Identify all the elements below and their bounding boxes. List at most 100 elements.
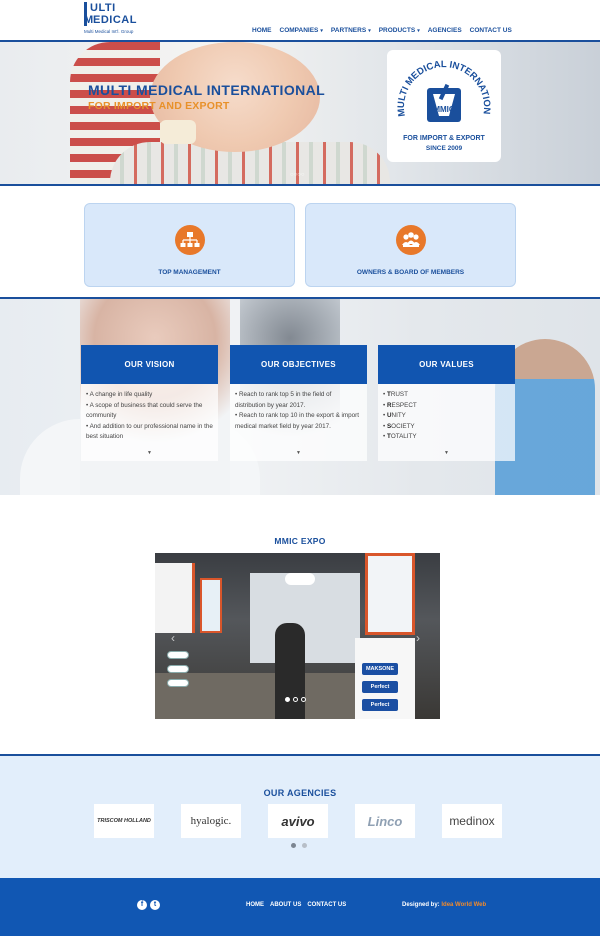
logo-line2: EDICAL bbox=[93, 14, 137, 26]
expo-mini-logo bbox=[167, 679, 189, 687]
nav-item-products[interactable]: PRODUCTS ▾ bbox=[379, 27, 420, 34]
list-item: • Reach to rank top 10 in the export & i… bbox=[235, 412, 360, 430]
expand-caret-icon[interactable]: ▼ bbox=[378, 448, 515, 459]
chevron-down-icon: ▾ bbox=[417, 28, 420, 34]
feature-top-management[interactable]: TOP MANAGEMENT bbox=[84, 203, 295, 287]
agencies-pager-dot[interactable] bbox=[302, 843, 307, 848]
agency-logo-avivo[interactable]: avivo bbox=[268, 804, 328, 838]
expand-caret-icon[interactable]: ▼ bbox=[81, 448, 218, 459]
list-item: • A change in life quality bbox=[86, 391, 153, 398]
hero-divider bbox=[0, 184, 600, 186]
list-item: • Reach to rank top 5 in the field of di… bbox=[235, 391, 332, 409]
agency-logo-hyalogic[interactable]: hyalogic. bbox=[181, 804, 241, 838]
designer-credit: Designed by: Idea World Web bbox=[402, 902, 486, 908]
nav-item-partners[interactable]: PARTNERS ▾ bbox=[331, 27, 371, 34]
value-item: • UNITY bbox=[383, 412, 406, 419]
people-icon bbox=[402, 232, 420, 247]
mmic-badge: MULTI MEDICAL INTERNATIONAL CO. MMIC FOR… bbox=[387, 50, 501, 162]
card-our-objectives: OUR OBJECTIVES • Reach to rank top 5 in … bbox=[230, 345, 367, 461]
expo-mini-logo bbox=[167, 651, 189, 659]
agency-logo-linco[interactable]: Linco bbox=[355, 804, 415, 838]
chevron-down-icon: ▾ bbox=[320, 28, 323, 34]
expo-photo-banner bbox=[155, 563, 195, 633]
carousel-next-icon[interactable]: › bbox=[416, 631, 420, 645]
expo-title: MMIC EXPO bbox=[274, 536, 326, 546]
logo-tagline: Multi Medical Int'l. Group bbox=[84, 29, 134, 34]
agencies-section: OUR AGENCIES TRISCOM HOLLAND hyalogic. a… bbox=[0, 756, 600, 878]
carousel-pager bbox=[285, 697, 306, 702]
expand-caret-icon[interactable]: ▼ bbox=[230, 448, 367, 459]
value-rest: NITY bbox=[391, 412, 406, 419]
values-list: • TRUST • RESPECT • UNITY • SOCIETY • TOTALI… bbox=[383, 390, 510, 443]
nav-item-label: HOME bbox=[252, 27, 272, 34]
expo-sign: Perfect bbox=[362, 699, 398, 711]
feature-circle bbox=[396, 225, 426, 255]
feature-owners-board[interactable]: OWNERS & BOARD OF MEMBERS bbox=[305, 203, 516, 287]
nav-item-label: COMPANIES bbox=[279, 27, 319, 34]
footer-link-home[interactable]: HOME bbox=[246, 902, 264, 908]
expo-sign: MAKSONE bbox=[362, 663, 398, 675]
list-item: • And addition to our professional name … bbox=[86, 422, 213, 441]
nav-item-label: AGENCIES bbox=[427, 27, 462, 34]
nav-item-home[interactable]: HOME bbox=[252, 27, 272, 34]
designed-by-label: Designed by: bbox=[402, 902, 440, 908]
hero-pager[interactable]: ○○○○ bbox=[290, 172, 305, 178]
agency-name: TRISCOM HOLLAND bbox=[97, 818, 151, 824]
hero-banner: MULTI MEDICAL INTERNATIONAL FOR IMPORT A… bbox=[0, 42, 600, 184]
card-our-values: OUR VALUES • TRUST • RESPECT • UNITY • SOCI… bbox=[378, 345, 515, 461]
site-logo[interactable]: ULTI M EDICAL Multi Medical Int'l. Group bbox=[84, 2, 144, 38]
card-body: • Reach to rank top 5 in the field of di… bbox=[230, 384, 367, 461]
list-item: • A scope of business that could serve t… bbox=[86, 401, 203, 420]
agencies-pager bbox=[291, 843, 307, 848]
expo-mini-logo bbox=[167, 665, 189, 673]
carousel-dot[interactable] bbox=[293, 697, 298, 702]
site-header: ULTI M EDICAL Multi Medical Int'l. Group… bbox=[0, 0, 600, 40]
hero-title: MULTI MEDICAL INTERNATIONAL bbox=[88, 82, 326, 98]
expo-carousel[interactable]: MAKSONE Perfect Perfect ‹ › bbox=[155, 553, 440, 719]
expo-photo-sign bbox=[285, 573, 315, 585]
expo-photo-visitor bbox=[275, 623, 305, 719]
value-item: • RESPECT bbox=[383, 401, 417, 409]
agency-name: hyalogic. bbox=[190, 815, 232, 827]
feature-label: TOP MANAGEMENT bbox=[158, 269, 221, 276]
twitter-icon[interactable]: t bbox=[150, 900, 160, 910]
card-title: OUR OBJECTIVES bbox=[230, 345, 367, 384]
card-body: • TRUST • RESPECT • UNITY • SOCIETY • TOTALI… bbox=[378, 384, 515, 461]
nav-item-contact-us[interactable]: CONTACT US bbox=[470, 27, 512, 34]
chevron-down-icon: ▾ bbox=[368, 28, 371, 34]
badge-line1: FOR IMPORT & EXPORT bbox=[403, 135, 485, 142]
main-nav: HOME COMPANIES ▾ PARTNERS ▾ PRODUCTS ▾ AGENCIES… bbox=[252, 27, 520, 34]
card-title: OUR VALUES bbox=[378, 345, 515, 384]
carousel-dot[interactable] bbox=[285, 697, 290, 702]
footer-links: HOME ABOUT US CONTACT US bbox=[246, 902, 346, 908]
feature-circle bbox=[175, 225, 205, 255]
agency-name: avivo bbox=[281, 813, 315, 829]
carousel-prev-icon[interactable]: ‹ bbox=[171, 631, 175, 645]
card-our-vision: OUR VISION • A change in life quality • … bbox=[81, 345, 218, 461]
hero-photo-cracker bbox=[160, 120, 196, 144]
mmic-seal-icon: MULTI MEDICAL INTERNATIONAL CO. MMIC FOR… bbox=[387, 50, 492, 152]
footer-link-contact[interactable]: CONTACT US bbox=[307, 902, 346, 908]
nav-item-label: PRODUCTS bbox=[378, 27, 416, 34]
card-title: OUR VISION bbox=[81, 345, 218, 384]
value-rest: ESPECT bbox=[391, 401, 417, 409]
designer-link[interactable]: Idea World Web bbox=[441, 902, 486, 908]
agency-logo-triscom[interactable]: TRISCOM HOLLAND bbox=[94, 804, 154, 838]
agency-name: Linco bbox=[367, 813, 403, 829]
value-item: • SOCIETY bbox=[383, 422, 415, 430]
value-rest: RUST bbox=[390, 391, 408, 398]
facebook-icon[interactable]: f bbox=[137, 900, 147, 910]
hero-subtitle: FOR IMPORT AND EXPORT bbox=[88, 100, 230, 112]
nav-item-agencies[interactable]: AGENCIES bbox=[428, 27, 462, 34]
nav-item-companies[interactable]: COMPANIES ▾ bbox=[280, 27, 323, 34]
agencies-pager-dot[interactable] bbox=[291, 843, 296, 848]
org-chart-icon bbox=[180, 232, 200, 247]
site-footer: f t HOME ABOUT US CONTACT US Designed by… bbox=[0, 878, 600, 936]
expo-photo-panel bbox=[365, 553, 415, 635]
agency-logo-medinox[interactable]: medinox bbox=[442, 804, 502, 838]
value-rest: OCIETY bbox=[391, 422, 415, 430]
nav-item-label: PARTNERS bbox=[330, 27, 367, 34]
carousel-dot[interactable] bbox=[301, 697, 306, 702]
value-rest: OTALITY bbox=[390, 433, 417, 440]
footer-link-about[interactable]: ABOUT US bbox=[270, 902, 301, 908]
